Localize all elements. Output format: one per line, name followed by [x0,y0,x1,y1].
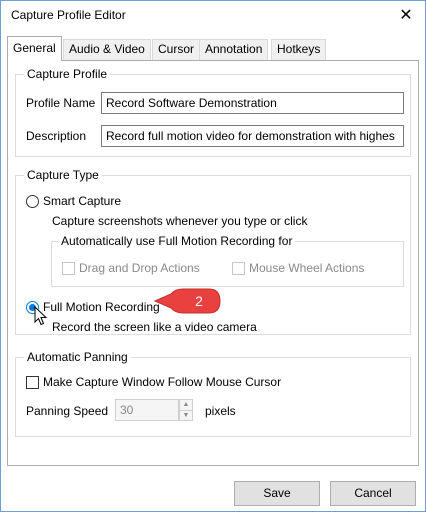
callout-shape [153,288,221,314]
mouse-wheel-checkbox[interactable] [232,262,245,275]
auto-full-motion-group: Automatically use Full Motion Recording … [51,234,404,287]
tab-audio-video[interactable]: Audio & Video [63,39,151,60]
drag-drop-label[interactable]: Drag and Drop Actions [79,261,200,275]
automatic-panning-group: Automatic Panning Make Capture Window Fo… [15,350,411,437]
tab-general[interactable]: General [7,36,62,61]
capture-profile-group-label: Capture Profile [24,67,111,81]
title-bar[interactable]: Capture Profile Editor ✕ [1,1,425,31]
follow-cursor-label[interactable]: Make Capture Window Follow Mouse Cursor [43,375,281,389]
mouse-wheel-label[interactable]: Mouse Wheel Actions [249,261,364,275]
window-title: Capture Profile Editor [11,8,126,22]
general-tab-panel: Capture Profile Profile Name Record Soft… [7,60,419,466]
panning-speed-label: Panning Speed [26,404,109,418]
tab-cursor[interactable]: Cursor [152,39,201,60]
smart-capture-label[interactable]: Smart Capture [43,194,121,208]
chevron-down-icon[interactable]: ▼ [180,410,192,420]
capture-profile-editor-window: Capture Profile Editor ✕ General Audio &… [0,0,426,512]
panning-speed-input[interactable]: 30 [115,399,179,421]
capture-type-group-label: Capture Type [24,168,102,182]
description-label: Description [26,129,87,143]
mouse-pointer-icon [34,306,48,326]
full-motion-hint: Record the screen like a video camera [52,320,257,334]
cancel-button[interactable]: Cancel [330,481,416,506]
step-callout: 2 [153,288,221,314]
smart-capture-hint: Capture screenshots whenever you type or… [52,214,308,228]
tab-hotkeys[interactable]: Hotkeys [271,39,327,60]
callout-number: 2 [195,293,203,309]
smart-capture-radio[interactable] [26,195,39,208]
tab-annotation[interactable]: Annotation [199,39,269,60]
capture-profile-group: Capture Profile Profile Name Record Soft… [15,67,411,157]
follow-cursor-checkbox[interactable] [26,376,39,389]
auto-full-motion-group-label: Automatically use Full Motion Recording … [58,234,296,248]
panning-speed-unit: pixels [205,404,236,418]
profile-name-label: Profile Name [26,96,96,110]
panning-speed-stepper[interactable]: ▲ ▼ [179,399,193,421]
save-button[interactable]: Save [234,481,320,506]
full-motion-label[interactable]: Full Motion Recording [43,300,160,314]
description-field[interactable]: Record full motion video for demonstrati… [101,125,404,147]
drag-drop-checkbox[interactable] [62,262,75,275]
close-icon[interactable]: ✕ [393,4,419,28]
profile-name-field[interactable]: Record Software Demonstration [101,92,404,114]
chevron-up-icon[interactable]: ▲ [180,400,192,410]
automatic-panning-group-label: Automatic Panning [24,350,131,364]
